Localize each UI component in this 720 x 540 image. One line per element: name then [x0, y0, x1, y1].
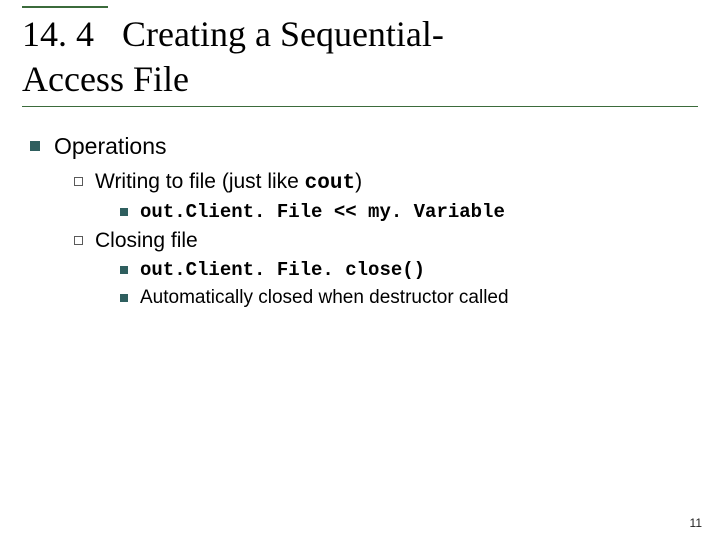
lvl3-code: out.Client. File << my. Variable: [140, 201, 505, 223]
square-bullet-icon: [120, 266, 128, 274]
lvl3-text: Automatically closed when destructor cal…: [140, 287, 509, 309]
slide-body: Operations Writing to file (just like co…: [22, 113, 698, 309]
list-item: out.Client. File. close(): [120, 259, 694, 281]
list-item: Operations: [30, 133, 694, 160]
hollow-square-bullet-icon: [74, 236, 83, 245]
title-underline: [22, 106, 698, 107]
slide-title: 14. 4 Creating a Sequential- Access File: [22, 12, 698, 102]
lvl2-text: Writing to file (just like cout): [95, 170, 362, 195]
lvl3-code: out.Client. File. close(): [140, 259, 425, 281]
page-number: 11: [690, 516, 702, 530]
square-bullet-icon: [120, 208, 128, 216]
title-text-part2: Access File: [22, 59, 189, 99]
list-item: Writing to file (just like cout): [74, 170, 694, 195]
lvl1-text: Operations: [54, 133, 167, 160]
square-bullet-icon: [120, 294, 128, 302]
title-text-part1: Creating a Sequential-: [122, 14, 444, 54]
list-item: Automatically closed when destructor cal…: [120, 287, 694, 309]
square-bullet-icon: [30, 141, 40, 151]
hollow-square-bullet-icon: [74, 177, 83, 186]
section-number: 14. 4: [22, 14, 94, 54]
list-item: out.Client. File << my. Variable: [120, 201, 694, 223]
list-item: Closing file: [74, 229, 694, 253]
title-block: 14. 4 Creating a Sequential- Access File: [22, 12, 698, 113]
lvl2-text: Closing file: [95, 229, 198, 253]
title-accent-rule: [22, 6, 108, 8]
